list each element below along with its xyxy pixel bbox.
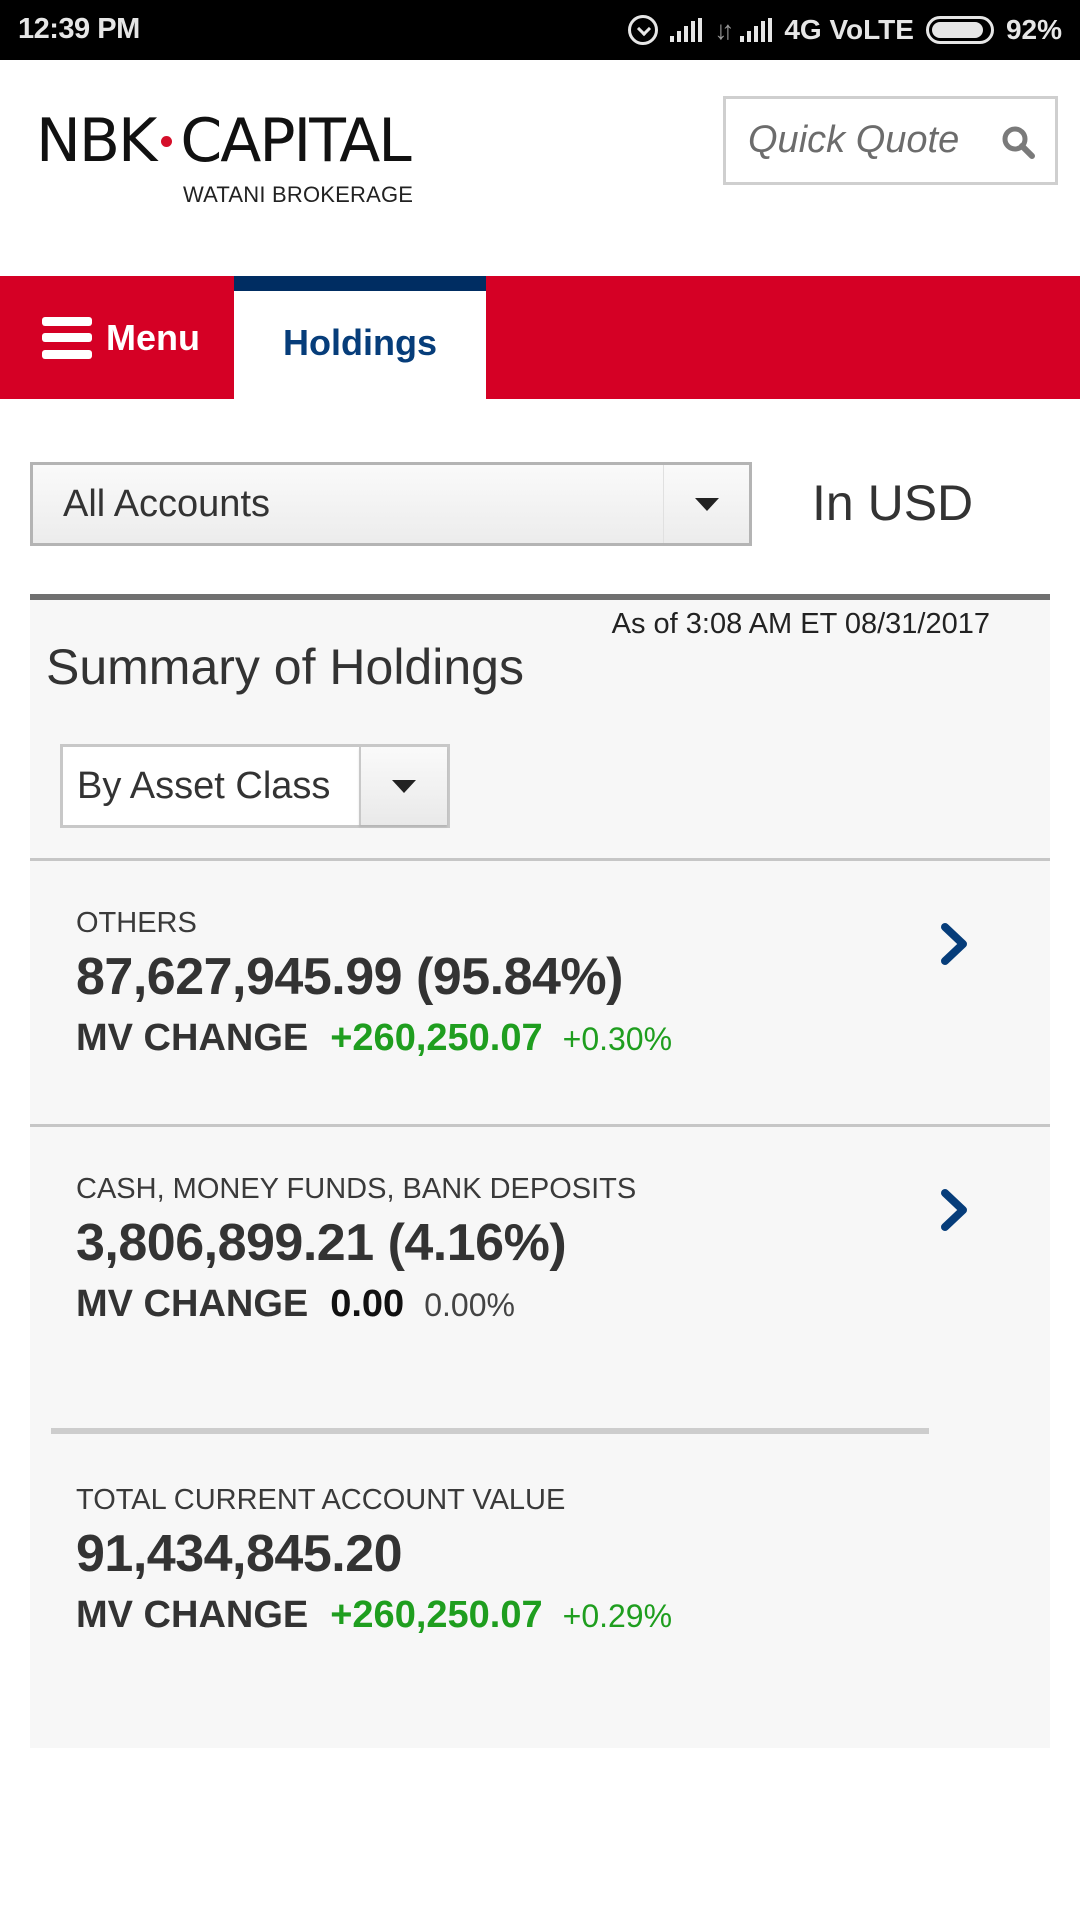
status-time: 12:39 PM	[18, 13, 140, 45]
chevron-right-icon[interactable]	[935, 1185, 975, 1235]
category-label: OTHERS	[76, 907, 197, 939]
tab-holdings-label: Holdings	[283, 322, 437, 363]
currency-label: In USD	[812, 475, 974, 531]
mv-change-line: MV CHANGE +260,250.07 +0.30%	[76, 1017, 672, 1060]
mv-change-value: +260,250.07	[330, 1594, 543, 1636]
status-bar: 12:39 PM ↓↑ 4G VoLTE 92%	[0, 0, 1080, 60]
summary-card: As of 3:08 AM ET 08/31/2017 Summary of H…	[30, 594, 1050, 1748]
search-icon[interactable]	[1001, 125, 1035, 159]
account-select-toggle[interactable]	[663, 465, 749, 543]
mv-change-label: MV CHANGE	[76, 1283, 309, 1325]
group-by-select[interactable]: By Asset Class	[60, 744, 450, 828]
menu-label: Menu	[106, 316, 200, 358]
signal-icon-2	[740, 18, 773, 42]
summary-title: Summary of Holdings	[46, 639, 524, 695]
caret-down-icon	[392, 779, 416, 793]
mv-change-value: 0.00	[330, 1283, 405, 1325]
mv-change-percent: +0.30%	[562, 1021, 673, 1057]
battery-icon	[925, 16, 994, 44]
hamburger-icon	[42, 316, 92, 359]
chevron-right-icon[interactable]	[935, 919, 975, 969]
quick-quote-input[interactable]	[748, 119, 988, 162]
alarm-icon	[628, 15, 659, 45]
data-transfer-icon: ↓↑	[714, 14, 734, 45]
holding-amount: 3,806,899.21 (4.16%)	[76, 1214, 567, 1272]
category-label: CASH, MONEY FUNDS, BANK DEPOSITS	[76, 1173, 637, 1205]
account-select[interactable]: All Accounts	[30, 462, 752, 546]
group-by-toggle[interactable]	[359, 747, 447, 825]
status-icons: ↓↑ 4G VoLTE 92%	[628, 10, 1062, 50]
quick-quote-box[interactable]	[723, 96, 1058, 185]
holding-amount: 87,627,945.99 (95.84%)	[76, 948, 623, 1006]
mv-change-label: MV CHANGE	[76, 1017, 309, 1059]
tab-holdings[interactable]: Holdings	[234, 276, 486, 399]
caret-down-icon	[694, 497, 719, 511]
holding-row-others[interactable]: OTHERS 87,627,945.99 (95.84%) MV CHANGE …	[30, 861, 1050, 1125]
menu-button[interactable]: Menu	[0, 276, 234, 399]
mv-change-line: MV CHANGE 0.00 0.00%	[76, 1283, 515, 1326]
nbk-capital-logo[interactable]: NBK CAPITAL WATANI BROKERAGE	[36, 110, 436, 220]
network-type: 4G VoLTE	[784, 14, 914, 45]
mv-change-percent: +0.29%	[562, 1598, 673, 1634]
group-by-value: By Asset Class	[77, 764, 331, 807]
mv-change-value: +260,250.07	[330, 1017, 543, 1059]
account-select-value: All Accounts	[63, 482, 270, 525]
total-label: TOTAL CURRENT ACCOUNT VALUE	[76, 1484, 566, 1516]
holding-row-cash[interactable]: CASH, MONEY FUNDS, BANK DEPOSITS 3,806,8…	[30, 1127, 1050, 1387]
logo-text-nbk: NBK	[36, 106, 157, 176]
total-amount: 91,434,845.20	[76, 1525, 403, 1583]
logo-wordmark: NBK CAPITAL	[36, 110, 436, 172]
mv-change-label: MV CHANGE	[76, 1594, 309, 1636]
logo-subtitle: WATANI BROKERAGE	[183, 182, 414, 207]
logo-dot	[161, 135, 173, 147]
logo-text-capital: CAPITAL	[180, 106, 411, 176]
mv-change-percent: 0.00%	[424, 1287, 515, 1323]
signal-icon	[670, 18, 703, 42]
nav-bar: Menu Holdings	[0, 276, 1080, 399]
total-row: TOTAL CURRENT ACCOUNT VALUE 91,434,845.2…	[30, 1434, 1050, 1734]
mv-change-line: MV CHANGE +260,250.07 +0.29%	[76, 1594, 672, 1637]
app-header: NBK CAPITAL WATANI BROKERAGE	[0, 60, 1080, 276]
as-of-timestamp: As of 3:08 AM ET 08/31/2017	[611, 608, 990, 640]
battery-percent: 92%	[1005, 14, 1062, 45]
